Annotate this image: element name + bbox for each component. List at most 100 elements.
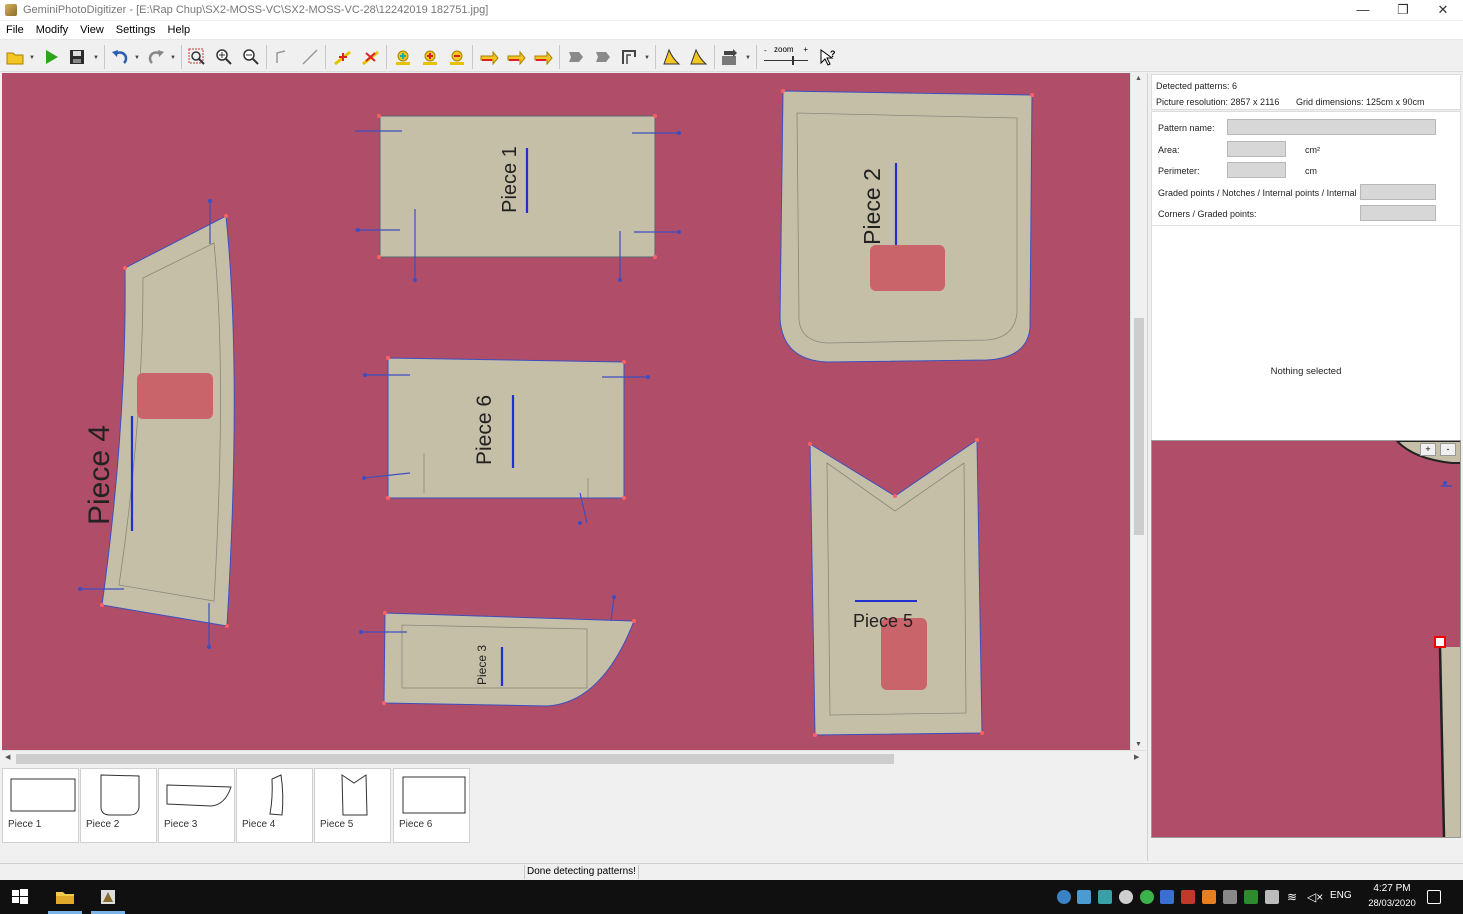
piece-5-label: Piece 5 [853,611,914,631]
export-icon[interactable] [719,46,741,68]
gemini-app-icon[interactable] [98,887,118,907]
piece-4-label: Piece 4 [83,424,117,526]
piece-2-shape[interactable] [779,89,1034,363]
properties-panel: Detected patterns: 6 Picture resolution:… [1147,73,1463,861]
canvas-vertical-scrollbar[interactable]: ▲ ▼ [1130,73,1146,750]
menu-help[interactable]: Help [162,24,197,36]
language-indicator[interactable]: ENG [1330,890,1352,901]
graded-points-label: Graded points / Notches / Internal point… [1158,188,1357,198]
vertical-scroll-thumb[interactable] [1134,318,1144,535]
horizontal-scroll-thumb[interactable] [16,754,894,764]
status-message: Done detecting patterns! [524,865,639,879]
detection-info: Detected patterns: 6 Picture resolution:… [1151,74,1461,110]
notifications-icon[interactable] [1427,890,1441,904]
help-cursor-icon[interactable]: ? [817,46,839,68]
tray-app-icon[interactable] [1181,890,1195,904]
corners-label: Corners / Graded points: [1158,209,1257,219]
curve-tool-icon[interactable] [660,46,682,68]
menu-settings[interactable]: Settings [110,24,162,36]
app-icon [5,4,17,16]
menu-modify[interactable]: Modify [30,24,74,36]
add-point-icon[interactable] [392,46,414,68]
title-bar: GeminiPhotoDigitizer - [E:\Rap Chup\SX2-… [0,0,1463,20]
piece-1-label: Piece 1 [498,146,521,213]
piece-6-shape[interactable] [362,356,650,525]
preview-zoom-out-button[interactable]: - [1440,443,1456,456]
open-icon[interactable] [4,46,26,68]
thumbnail-piece-5[interactable]: Piece 5 [314,768,391,843]
zoom-thumb[interactable] [792,56,794,65]
tray-app-icon[interactable] [1202,890,1216,904]
curve-tool-2-icon[interactable] [687,46,709,68]
thumbnail-piece-6[interactable]: Piece 6 [393,768,470,843]
corner-tool-icon[interactable] [618,46,640,68]
grid-dimensions: Grid dimensions: 125cm x 90cm [1296,97,1425,107]
thumbnail-piece-4[interactable]: Piece 4 [236,768,313,843]
battery-icon[interactable] [1265,890,1279,904]
digitizer-canvas[interactable]: Piece 1 Piece 2 Piece 3 Piece 4 Piece 5 … [2,73,1130,750]
piece-6-label: Piece 6 [473,394,497,466]
arrow-right-2-icon[interactable] [505,46,527,68]
thumbnail-label: Piece 3 [164,819,198,830]
thumbnail-piece-2[interactable]: Piece 2 [80,768,157,843]
piece-3-shape[interactable] [359,595,636,707]
zoom-in-icon[interactable] [213,46,235,68]
zoom-out-icon[interactable] [240,46,262,68]
pattern-name-field[interactable] [1227,119,1436,135]
tray-chat-icon[interactable] [1057,890,1071,904]
clock-date[interactable]: 28/03/2020 [1368,898,1416,909]
window-title: GeminiPhotoDigitizer - [E:\Rap Chup\SX2-… [23,4,489,16]
draw-line-icon[interactable] [299,46,321,68]
menu-view[interactable]: View [74,24,110,36]
tray-nvidia-icon[interactable] [1244,890,1258,904]
zoom-fit-icon[interactable] [186,46,208,68]
preview-zoom-in-button[interactable]: + [1420,443,1436,456]
perimeter-label: Perimeter: [1158,166,1200,176]
zoom-slider[interactable]: - zoom + [762,45,810,67]
pattern-properties: Pattern name: Area: cm² Perimeter: cm Gr… [1151,111,1461,441]
shape-tool-icon[interactable] [565,46,587,68]
nothing-selected-text: Nothing selected [1270,366,1342,377]
svg-text:?: ? [830,49,836,59]
play-icon[interactable] [40,46,62,68]
close-button[interactable]: ✕ [1423,0,1463,20]
remove-notch-icon[interactable] [360,46,382,68]
area-field [1227,141,1286,157]
perimeter-field [1227,162,1286,178]
volume-icon[interactable]: ◁× [1307,890,1323,904]
tray-app-icon[interactable] [1223,890,1237,904]
shape-tool-2-icon[interactable] [592,46,614,68]
line-tool-icon[interactable] [272,46,294,68]
thumbnail-piece-3[interactable]: Piece 3 [158,768,235,843]
zoom-preview[interactable]: + - [1151,440,1461,838]
tray-app-icon[interactable] [1119,890,1133,904]
piece-5-shape[interactable] [808,438,984,737]
tray-app-icon[interactable] [1098,890,1112,904]
add-notch-icon[interactable] [332,46,354,68]
clock-time[interactable]: 4:27 PM [1368,883,1416,894]
maximize-button[interactable]: ❐ [1383,0,1423,20]
toolbar: ▼ ▼ ▼ ▼ ▼ ▼ ? [0,41,1463,72]
save-icon[interactable] [66,46,88,68]
windows-start-icon[interactable] [10,887,30,907]
arrow-right-icon[interactable] [478,46,500,68]
thumbnail-piece-1[interactable]: Piece 1 [2,768,79,843]
thumbnail-label: Piece 6 [399,819,433,830]
tray-network-icon[interactable] [1077,890,1091,904]
pattern-thumbnails: Piece 1 Piece 2 Piece 3 Piece 4 Piece 5 … [0,766,1146,862]
remove-point-icon[interactable] [446,46,468,68]
undo-icon[interactable] [109,46,131,68]
thumbnail-label: Piece 1 [8,819,42,830]
redo-icon[interactable] [145,46,167,68]
tray-app-icon[interactable] [1160,890,1174,904]
canvas-horizontal-scrollbar[interactable]: ◀ ▶ [2,750,1146,765]
tray-app-icon[interactable] [1140,890,1154,904]
wifi-icon[interactable]: ≋ [1287,890,1301,904]
minimize-button[interactable]: — [1343,0,1383,20]
graded-points-field [1360,184,1436,200]
menu-file[interactable]: File [0,24,30,36]
add-grade-point-icon[interactable] [419,46,441,68]
arrow-right-3-icon[interactable] [532,46,554,68]
zoom-minus: - [764,46,767,55]
file-explorer-icon[interactable] [55,887,75,907]
